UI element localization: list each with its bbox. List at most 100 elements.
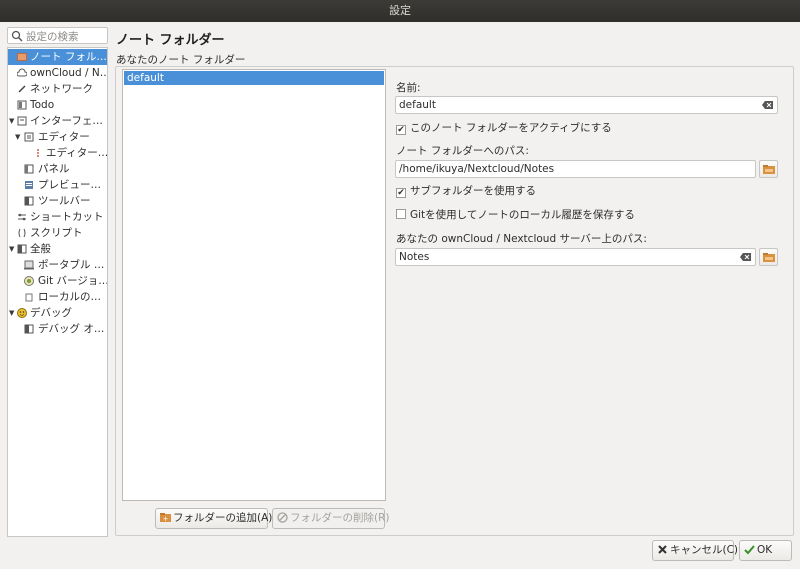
name-input[interactable]: default: [395, 96, 778, 114]
network-icon: [18, 85, 26, 93]
name-label: 名前:: [396, 82, 421, 94]
add-folder-button[interactable]: + フォルダーの追加(A): [155, 508, 272, 529]
checkbox-checked[interactable]: ✔: [396, 125, 406, 135]
ok-button[interactable]: OK: [739, 540, 792, 561]
tree-item-label: パネル: [38, 163, 70, 175]
tree-item-label: エディター: [38, 131, 90, 143]
tree-item-network[interactable]: ネットワーク: [8, 81, 107, 97]
tree-item-label: ownCloud / N…: [30, 67, 107, 79]
path-input[interactable]: /home/ikuya/Nextcloud/Notes: [395, 160, 756, 178]
list-item[interactable]: default: [124, 71, 384, 85]
settings-tree[interactable]: ノート フォル… ownCloud / N… ネットワーク Todo ▼ インタ…: [7, 47, 108, 537]
browse-server-path-button[interactable]: [759, 248, 778, 266]
remove-folder-label: フォルダーの削除(R): [290, 512, 390, 524]
path-label: ノート フォルダーへのパス:: [396, 145, 529, 157]
window-title: 設定: [0, 0, 800, 22]
page-title: ノート フォルダー: [116, 33, 225, 48]
git-history-checkbox[interactable]: Gitを使用してノートのローカル履歴を保存する: [396, 209, 635, 222]
checkbox-checked[interactable]: ✔: [396, 188, 406, 198]
tree-item-debug-options[interactable]: デバッグ オ…: [8, 321, 107, 337]
tree-item-general[interactable]: ▼ 全般: [8, 241, 107, 257]
tree-item-interface[interactable]: ▼ インターフェ…: [8, 113, 107, 129]
subfolders-label: サブフォルダーを使用する: [410, 185, 536, 197]
settings-search-input[interactable]: 設定の検索: [7, 27, 108, 44]
tree-item-label: Git バージョ…: [38, 275, 107, 287]
tree-item-label: インターフェ…: [30, 115, 103, 127]
git-icon: [24, 276, 34, 286]
cancel-x-icon: [658, 545, 667, 554]
general-icon: [17, 244, 27, 254]
tree-item-local-trash[interactable]: ローカルの…: [8, 289, 107, 305]
server-path-label: あなたの ownCloud / Nextcloud サーバー上のパス:: [396, 233, 647, 245]
search-placeholder: 設定の検索: [26, 31, 79, 43]
subfolders-checkbox[interactable]: ✔ サブフォルダーを使用する: [396, 185, 536, 198]
script-icon: [18, 228, 26, 238]
tree-item-portable[interactable]: ポータブル …: [8, 257, 107, 273]
group-label: あなたのノート フォルダー: [116, 54, 246, 66]
browse-path-button[interactable]: [759, 160, 778, 178]
tree-item-editor-fonts[interactable]: エディター…: [8, 145, 107, 161]
cloud-icon: [17, 68, 27, 77]
remove-circle-icon: [277, 512, 288, 523]
cancel-button[interactable]: キャンセル(C): [652, 540, 738, 561]
tree-item-label: ノート フォル…: [30, 51, 107, 63]
tree-item-todo[interactable]: Todo: [8, 97, 107, 113]
panel-icon: [24, 164, 34, 174]
tree-item-label: プレビュー…: [38, 179, 101, 191]
expand-arrow-icon[interactable]: ▼: [9, 305, 14, 321]
path-value: /home/ikuya/Nextcloud/Notes: [399, 163, 555, 175]
tree-item-label: デバッグ: [30, 307, 72, 319]
tree-item-shortcuts[interactable]: ショートカット: [8, 209, 107, 225]
search-icon: [11, 30, 23, 42]
active-folder-label: このノート フォルダーをアクティブにする: [410, 122, 612, 134]
checkmark-icon: [744, 545, 755, 555]
tree-item-preview[interactable]: プレビュー…: [8, 177, 107, 193]
clear-icon[interactable]: [762, 101, 773, 109]
tree-item-scripts[interactable]: スクリプト: [8, 225, 107, 241]
tree-item-label: 全般: [30, 243, 51, 255]
preview-icon: [25, 181, 33, 189]
interface-icon: [17, 116, 27, 126]
shortcut-icon: [18, 213, 26, 221]
tree-item-label: デバッグ オ…: [38, 323, 105, 335]
editor-icon: [24, 132, 34, 142]
toolbar-icon: [24, 196, 34, 206]
tree-item-label: ツールバー: [38, 195, 91, 207]
clear-icon[interactable]: [740, 253, 751, 261]
notes-folder-icon: [17, 53, 27, 61]
local-trash-icon: [25, 293, 33, 302]
checkbox-unchecked[interactable]: [396, 209, 406, 219]
tree-item-panel[interactable]: パネル: [8, 161, 107, 177]
note-folder-list[interactable]: default: [122, 69, 386, 501]
tree-item-git[interactable]: Git バージョ…: [8, 273, 107, 289]
tree-item-editor[interactable]: ▼ エディター: [8, 129, 107, 145]
tree-item-owncloud[interactable]: ownCloud / N…: [8, 65, 107, 81]
active-folder-checkbox[interactable]: ✔ このノート フォルダーをアクティブにする: [396, 122, 612, 135]
tree-item-label: ポータブル …: [38, 259, 105, 271]
debug-icon: [17, 308, 27, 318]
expand-arrow-icon[interactable]: ▼: [9, 113, 14, 129]
ok-label: OK: [757, 544, 773, 556]
todo-icon: [17, 100, 27, 110]
git-history-label: Gitを使用してノートのローカル履歴を保存する: [410, 209, 635, 221]
expand-arrow-icon[interactable]: ▼: [9, 241, 14, 257]
remove-folder-button[interactable]: フォルダーの削除(R): [272, 508, 390, 529]
expand-arrow-icon[interactable]: ▼: [15, 129, 20, 145]
add-folder-label: フォルダーの追加(A): [173, 512, 273, 524]
folder-open-icon: [763, 253, 775, 262]
tree-item-label: ショートカット: [30, 211, 104, 223]
portable-icon: [24, 260, 34, 270]
tree-item-note-folders[interactable]: ノート フォル…: [8, 49, 107, 65]
tree-item-label: Todo: [30, 99, 55, 111]
folder-open-icon: [763, 165, 775, 174]
add-folder-icon: +: [160, 513, 171, 523]
server-path-input[interactable]: Notes: [395, 248, 756, 266]
name-value: default: [399, 99, 436, 111]
tree-item-label: スクリプト: [30, 227, 83, 239]
debug-options-icon: [24, 324, 34, 334]
tree-item-toolbar[interactable]: ツールバー: [8, 193, 107, 209]
editor-fonts-icon: [37, 149, 39, 157]
tree-item-debug[interactable]: ▼ デバッグ: [8, 305, 107, 321]
svg-text:+: +: [163, 515, 169, 523]
tree-item-label: エディター…: [46, 147, 107, 159]
